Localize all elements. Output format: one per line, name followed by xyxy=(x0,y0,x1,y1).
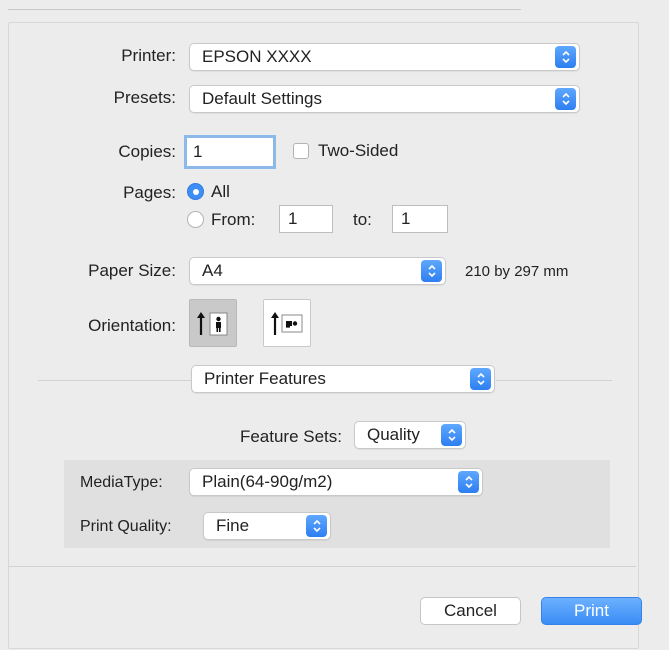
orientation-label: Orientation: xyxy=(88,316,176,335)
pages-all-radio[interactable] xyxy=(187,183,204,200)
pages-label: Pages: xyxy=(123,183,176,202)
portrait-icon xyxy=(197,312,228,336)
updown-arrows-icon xyxy=(306,515,327,537)
pages-from-field[interactable]: 1 xyxy=(279,205,333,233)
separator-bottom xyxy=(9,566,636,567)
media-type-value: Plain(64-90g/m2) xyxy=(202,472,333,491)
cancel-button[interactable]: Cancel xyxy=(420,597,521,625)
paper-size-label: Paper Size: xyxy=(88,261,176,280)
printer-popup[interactable]: EPSON XXXX xyxy=(189,43,580,71)
feature-sets-label: Feature Sets: xyxy=(239,427,342,446)
separator-right xyxy=(496,380,612,381)
print-quality-value: Fine xyxy=(216,516,250,535)
print-quality-label: Print Quality: xyxy=(80,518,172,535)
updown-arrows-icon xyxy=(555,88,576,110)
updown-arrows-icon xyxy=(441,424,462,446)
pages-from-radio[interactable] xyxy=(187,211,204,228)
separator-left xyxy=(38,380,191,381)
updown-arrows-icon xyxy=(555,46,576,68)
copies-label: Copies: xyxy=(118,142,176,161)
two-sided-label: Two-Sided xyxy=(318,141,399,160)
two-sided-checkbox[interactable] xyxy=(293,143,309,159)
landscape-orientation-button[interactable] xyxy=(263,299,311,347)
presets-value: Default Settings xyxy=(202,89,323,108)
paper-dimensions: 210 by 297 mm xyxy=(465,263,569,280)
printer-value: EPSON XXXX xyxy=(202,47,312,66)
print-quality-popup[interactable]: Fine xyxy=(203,512,331,540)
presets-popup[interactable]: Default Settings xyxy=(189,85,580,113)
printer-label: Printer: xyxy=(121,46,176,65)
pages-to-label: to: xyxy=(353,210,372,229)
copies-value: 1 xyxy=(193,142,203,161)
section-value: Printer Features xyxy=(204,369,326,388)
section-popup[interactable]: Printer Features xyxy=(191,365,495,393)
landscape-icon xyxy=(271,312,303,335)
paper-size-popup[interactable]: A4 xyxy=(189,257,446,285)
pages-to-value: 1 xyxy=(401,209,411,228)
pages-from-label: From: xyxy=(211,210,256,229)
feature-sets-value: Quality xyxy=(367,425,420,444)
updown-arrows-icon xyxy=(458,471,479,493)
presets-label: Presets: xyxy=(113,88,176,107)
feature-sets-popup[interactable]: Quality xyxy=(354,421,466,449)
paper-size-value: A4 xyxy=(202,261,223,280)
pages-all-label: All xyxy=(211,182,230,201)
media-type-label: MediaType: xyxy=(80,474,163,491)
media-type-popup[interactable]: Plain(64-90g/m2) xyxy=(189,468,483,496)
copies-field[interactable]: 1 xyxy=(184,135,276,169)
portrait-orientation-button[interactable] xyxy=(189,299,237,347)
window-top-border xyxy=(8,9,521,10)
pages-to-field[interactable]: 1 xyxy=(392,205,448,233)
updown-arrows-icon xyxy=(421,260,442,282)
pages-from-value: 1 xyxy=(288,209,298,228)
print-button[interactable]: Print xyxy=(541,597,642,625)
updown-arrows-icon xyxy=(470,368,491,390)
